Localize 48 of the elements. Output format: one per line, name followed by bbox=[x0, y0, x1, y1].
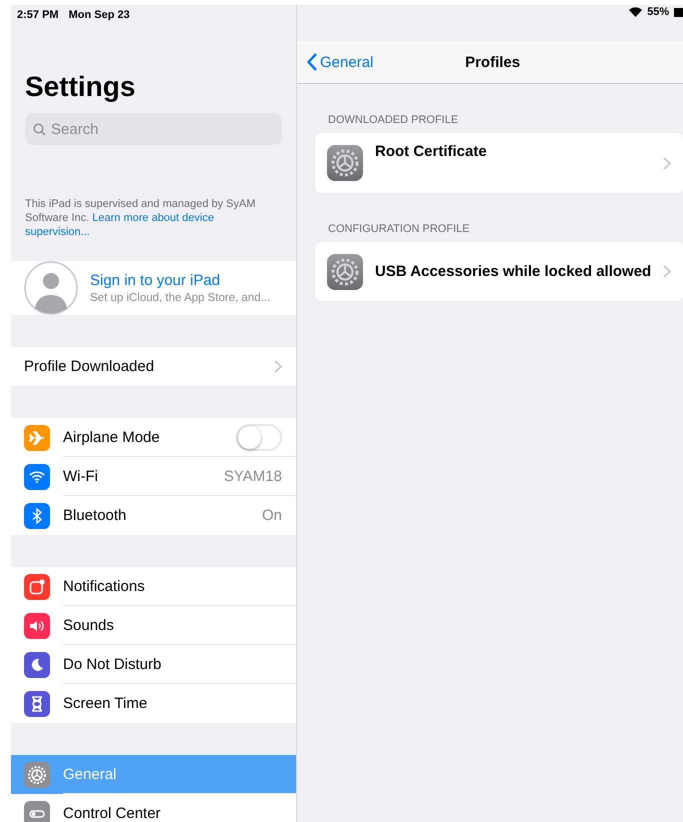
sign-in-subtitle: Set up iCloud, the App Store, and... bbox=[90, 292, 270, 304]
row-label: Screen Time bbox=[63, 695, 148, 712]
row-label: Do Not Disturb bbox=[63, 656, 162, 672]
battery-icon bbox=[674, 8, 683, 16]
row-value: SYAM18 bbox=[224, 468, 282, 484]
learn-more-link[interactable]: Learn more about device bbox=[92, 212, 214, 224]
switches-icon bbox=[29, 810, 45, 818]
status-date: Mon Sep 23 bbox=[68, 8, 130, 23]
chevron-icon bbox=[663, 265, 672, 278]
hourglass-icon bbox=[31, 696, 43, 712]
account-row[interactable]: Sign in to your iPad Set up iCloud, the App Store, and... bbox=[11, 261, 296, 315]
section-header: DOWNLOADED PROFILE bbox=[328, 114, 460, 126]
battery-percentage: 55% bbox=[647, 6, 670, 18]
avatar-silhouette-icon bbox=[24, 261, 78, 315]
row-label: Airplane Mode bbox=[63, 428, 161, 446]
row-label: Profile Downloaded bbox=[24, 358, 156, 375]
profile-row[interactable]: USB Accessories while locked allowed bbox=[315, 242, 683, 301]
row-label: General bbox=[63, 766, 118, 782]
chevron-icon bbox=[663, 156, 672, 170]
chevron-icon bbox=[274, 360, 282, 373]
toggle-switch[interactable] bbox=[236, 424, 282, 450]
speaker-icon bbox=[29, 618, 45, 632]
back-button[interactable]: General bbox=[297, 53, 374, 71]
page-title: Settings bbox=[25, 71, 136, 103]
section-header: CONFIGURATION PROFILE bbox=[328, 223, 471, 235]
sign-in-title: Sign in to your iPad bbox=[90, 272, 222, 289]
supervision-note: This iPad is supervised and managed by SyAM Software Inc. Learn more about device supervision... bbox=[25, 197, 257, 239]
row-label: Sounds bbox=[63, 616, 115, 634]
moon-icon bbox=[30, 658, 44, 672]
notifications-icon bbox=[29, 578, 45, 594]
search-icon bbox=[33, 123, 46, 136]
back-chevron-icon bbox=[307, 53, 317, 71]
profile-name: USB Accessories while locked allowed bbox=[375, 263, 652, 280]
profile-row[interactable]: Root Certificate bbox=[315, 133, 683, 193]
row-label: Control Center bbox=[63, 805, 162, 822]
search-field[interactable]: Search bbox=[25, 113, 282, 145]
row-label: Wi-Fi bbox=[63, 468, 99, 484]
row-label: Notifications bbox=[63, 578, 146, 594]
bluetooth-icon bbox=[32, 508, 42, 524]
learn-more-link[interactable]: supervision... bbox=[25, 226, 90, 238]
wifi-signal-icon bbox=[629, 7, 642, 17]
airplane-icon bbox=[29, 430, 45, 446]
wifi-icon bbox=[29, 470, 45, 483]
status-time: 2:57 PM bbox=[16, 8, 59, 23]
profile-name: Root Certificate bbox=[375, 143, 488, 160]
nav-title: Profiles bbox=[465, 54, 520, 70]
row-value: On bbox=[262, 507, 282, 524]
row-label: Bluetooth bbox=[63, 507, 128, 524]
